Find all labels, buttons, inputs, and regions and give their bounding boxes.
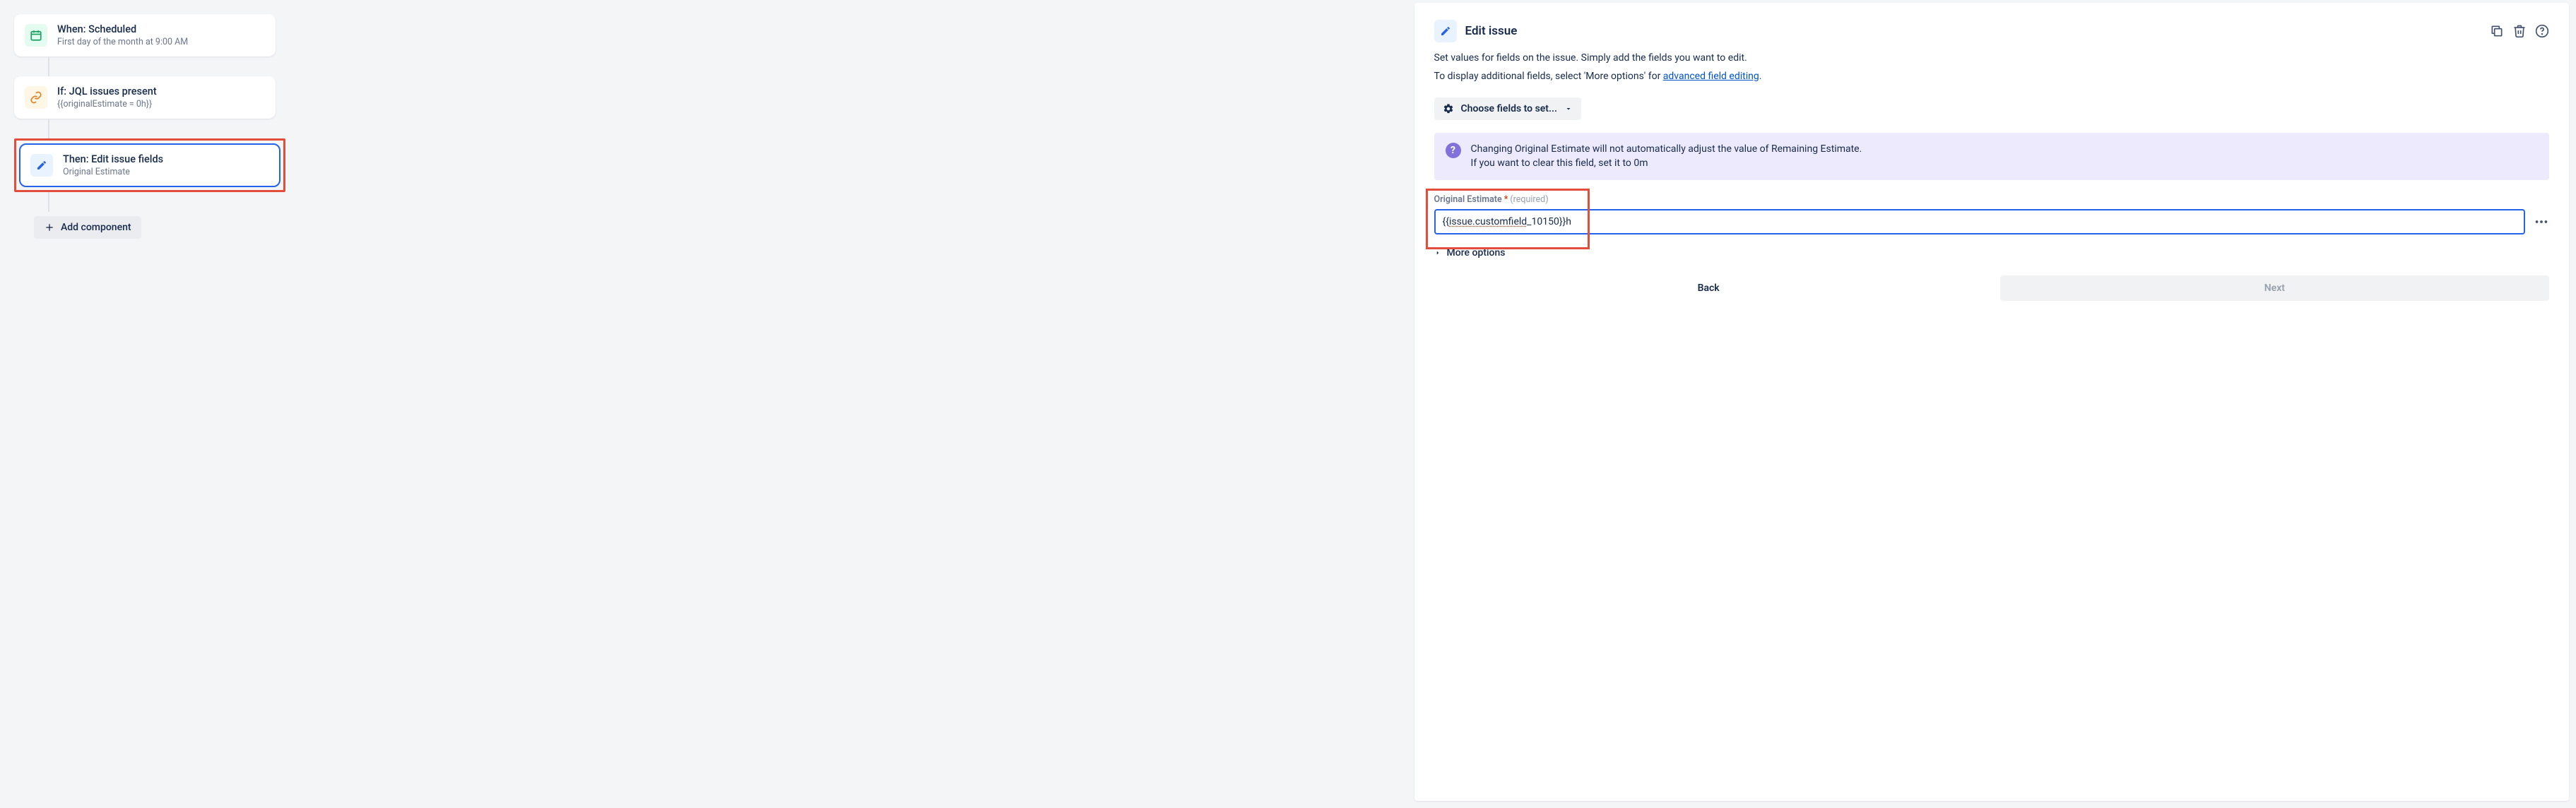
rule-condition-title: If: JQL issues present [57,85,157,97]
back-button[interactable]: Back [1434,275,1983,301]
panel-desc-2: To display additional fields, select 'Mo… [1434,71,2549,82]
rule-trigger-card[interactable]: When: Scheduled First day of the month a… [14,14,276,57]
info-icon: ? [1446,143,1461,158]
rule-condition-card[interactable]: If: JQL issues present {{originalEstimat… [14,76,276,119]
rule-action-title: Then: Edit issue fields [63,153,163,165]
chevron-right-icon [1434,249,1441,256]
add-component-button[interactable]: Add component [34,216,141,239]
trash-icon[interactable] [2512,24,2527,38]
field-label: Original Estimate * (required) [1434,194,2549,205]
field-more-icon[interactable] [2534,214,2549,230]
advanced-field-editing-link[interactable]: advanced field editing [1663,71,1759,82]
rule-trigger-title: When: Scheduled [57,23,188,35]
original-estimate-input[interactable]: {{issue.customfield_10150}}h [1434,209,2525,234]
connector [48,57,49,76]
info-line-2: If you want to clear this field, set it … [1471,157,1862,171]
choose-fields-label: Choose fields to set... [1461,103,1557,114]
panel-title: Edit issue [1465,24,1518,38]
help-icon[interactable] [2535,24,2549,38]
panel-desc-1: Set values for fields on the issue. Simp… [1434,52,2549,64]
info-line-1: Changing Original Estimate will not auto… [1471,143,1862,157]
rule-action-sub: Original Estimate [63,167,163,177]
rule-action-card[interactable]: Then: Edit issue fields Original Estimat… [19,143,280,187]
next-button: Next [2000,275,2549,301]
gear-icon [1443,103,1454,114]
calendar-icon [25,24,47,47]
connector [48,192,49,212]
info-banner: ? Changing Original Estimate will not au… [1434,133,2549,180]
more-options-label: More options [1447,247,1506,259]
copy-icon[interactable] [2490,24,2504,38]
pencil-icon [30,154,53,177]
chevron-down-icon [1564,105,1573,113]
connector [48,119,49,138]
more-options-toggle[interactable]: More options [1434,247,2549,259]
link-icon [25,86,47,109]
choose-fields-button[interactable]: Choose fields to set... [1434,97,1581,120]
rule-trigger-sub: First day of the month at 9:00 AM [57,37,188,47]
plus-icon [44,222,55,233]
rule-condition-sub: {{originalEstimate = 0h}} [57,99,157,109]
highlight-box: Then: Edit issue fields Original Estimat… [14,138,285,192]
add-component-label: Add component [61,222,131,233]
pencil-icon [1434,20,1457,42]
